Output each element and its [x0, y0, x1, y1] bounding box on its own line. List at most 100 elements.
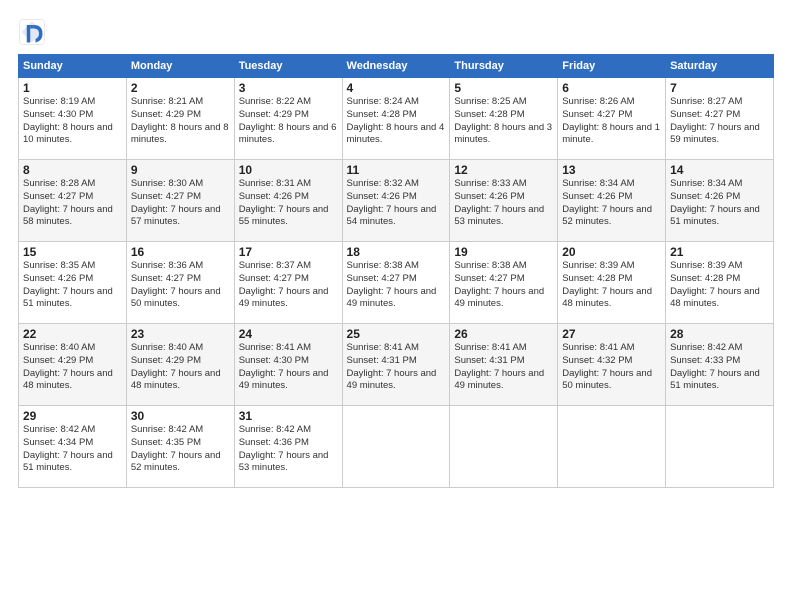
day-info: Sunrise: 8:40 AM Sunset: 4:29 PM Dayligh…	[23, 342, 122, 393]
day-number: 28	[670, 327, 769, 341]
daylight-label: Daylight: 7 hours and 48 minutes.	[670, 286, 760, 310]
daylight-label: Daylight: 8 hours and 8 minutes.	[131, 122, 229, 146]
calendar-day-cell: 27 Sunrise: 8:41 AM Sunset: 4:32 PM Dayl…	[558, 324, 666, 406]
day-info: Sunrise: 8:37 AM Sunset: 4:27 PM Dayligh…	[239, 260, 338, 311]
sunset-label: Sunset: 4:30 PM	[239, 355, 309, 366]
day-info: Sunrise: 8:41 AM Sunset: 4:32 PM Dayligh…	[562, 342, 661, 393]
calendar-day-cell: 26 Sunrise: 8:41 AM Sunset: 4:31 PM Dayl…	[450, 324, 558, 406]
day-info: Sunrise: 8:42 AM Sunset: 4:36 PM Dayligh…	[239, 424, 338, 475]
sunrise-label: Sunrise: 8:32 AM	[347, 178, 419, 189]
sunrise-label: Sunrise: 8:41 AM	[562, 342, 634, 353]
daylight-label: Daylight: 7 hours and 49 minutes.	[239, 368, 329, 392]
calendar-day-cell: 6 Sunrise: 8:26 AM Sunset: 4:27 PM Dayli…	[558, 78, 666, 160]
calendar-week-row: 8 Sunrise: 8:28 AM Sunset: 4:27 PM Dayli…	[19, 160, 774, 242]
sunrise-label: Sunrise: 8:39 AM	[670, 260, 742, 271]
sunset-label: Sunset: 4:28 PM	[347, 109, 417, 120]
day-number: 22	[23, 327, 122, 341]
sunrise-label: Sunrise: 8:41 AM	[454, 342, 526, 353]
day-number: 21	[670, 245, 769, 259]
day-number: 25	[347, 327, 446, 341]
daylight-label: Daylight: 7 hours and 50 minutes.	[562, 368, 652, 392]
daylight-label: Daylight: 8 hours and 1 minute.	[562, 122, 660, 146]
weekday-header: Saturday	[666, 55, 774, 78]
daylight-label: Daylight: 7 hours and 55 minutes.	[239, 204, 329, 228]
sunrise-label: Sunrise: 8:34 AM	[670, 178, 742, 189]
day-info: Sunrise: 8:33 AM Sunset: 4:26 PM Dayligh…	[454, 178, 553, 229]
sunset-label: Sunset: 4:27 PM	[23, 191, 93, 202]
day-number: 1	[23, 81, 122, 95]
day-info: Sunrise: 8:28 AM Sunset: 4:27 PM Dayligh…	[23, 178, 122, 229]
day-number: 3	[239, 81, 338, 95]
sunrise-label: Sunrise: 8:38 AM	[347, 260, 419, 271]
header	[18, 18, 774, 46]
calendar-day-cell: 4 Sunrise: 8:24 AM Sunset: 4:28 PM Dayli…	[342, 78, 450, 160]
sunset-label: Sunset: 4:27 PM	[131, 273, 201, 284]
weekday-header: Monday	[126, 55, 234, 78]
sunrise-label: Sunrise: 8:33 AM	[454, 178, 526, 189]
day-info: Sunrise: 8:19 AM Sunset: 4:30 PM Dayligh…	[23, 96, 122, 147]
calendar-day-cell: 19 Sunrise: 8:38 AM Sunset: 4:27 PM Dayl…	[450, 242, 558, 324]
calendar-day-cell: 29 Sunrise: 8:42 AM Sunset: 4:34 PM Dayl…	[19, 406, 127, 488]
sunrise-label: Sunrise: 8:31 AM	[239, 178, 311, 189]
day-number: 24	[239, 327, 338, 341]
daylight-label: Daylight: 7 hours and 51 minutes.	[670, 204, 760, 228]
day-number: 5	[454, 81, 553, 95]
day-info: Sunrise: 8:41 AM Sunset: 4:31 PM Dayligh…	[347, 342, 446, 393]
day-number: 16	[131, 245, 230, 259]
weekday-header: Sunday	[19, 55, 127, 78]
sunrise-label: Sunrise: 8:39 AM	[562, 260, 634, 271]
day-info: Sunrise: 8:38 AM Sunset: 4:27 PM Dayligh…	[347, 260, 446, 311]
calendar-day-cell	[666, 406, 774, 488]
sunset-label: Sunset: 4:28 PM	[562, 273, 632, 284]
logo-icon	[18, 18, 46, 46]
sunset-label: Sunset: 4:26 PM	[347, 191, 417, 202]
day-info: Sunrise: 8:42 AM Sunset: 4:33 PM Dayligh…	[670, 342, 769, 393]
daylight-label: Daylight: 8 hours and 4 minutes.	[347, 122, 445, 146]
calendar-day-cell: 21 Sunrise: 8:39 AM Sunset: 4:28 PM Dayl…	[666, 242, 774, 324]
day-number: 30	[131, 409, 230, 423]
sunrise-label: Sunrise: 8:40 AM	[23, 342, 95, 353]
calendar-day-cell: 31 Sunrise: 8:42 AM Sunset: 4:36 PM Dayl…	[234, 406, 342, 488]
calendar-day-cell: 2 Sunrise: 8:21 AM Sunset: 4:29 PM Dayli…	[126, 78, 234, 160]
day-info: Sunrise: 8:36 AM Sunset: 4:27 PM Dayligh…	[131, 260, 230, 311]
calendar-day-cell	[558, 406, 666, 488]
calendar-day-cell: 9 Sunrise: 8:30 AM Sunset: 4:27 PM Dayli…	[126, 160, 234, 242]
calendar-day-cell: 15 Sunrise: 8:35 AM Sunset: 4:26 PM Dayl…	[19, 242, 127, 324]
calendar-day-cell: 3 Sunrise: 8:22 AM Sunset: 4:29 PM Dayli…	[234, 78, 342, 160]
sunrise-label: Sunrise: 8:38 AM	[454, 260, 526, 271]
calendar-day-cell: 22 Sunrise: 8:40 AM Sunset: 4:29 PM Dayl…	[19, 324, 127, 406]
daylight-label: Daylight: 8 hours and 10 minutes.	[23, 122, 113, 146]
daylight-label: Daylight: 7 hours and 48 minutes.	[131, 368, 221, 392]
daylight-label: Daylight: 7 hours and 49 minutes.	[347, 286, 437, 310]
sunset-label: Sunset: 4:27 PM	[131, 191, 201, 202]
weekday-header: Wednesday	[342, 55, 450, 78]
day-info: Sunrise: 8:42 AM Sunset: 4:35 PM Dayligh…	[131, 424, 230, 475]
calendar-day-cell: 11 Sunrise: 8:32 AM Sunset: 4:26 PM Dayl…	[342, 160, 450, 242]
day-number: 17	[239, 245, 338, 259]
sunset-label: Sunset: 4:32 PM	[562, 355, 632, 366]
calendar-day-cell: 28 Sunrise: 8:42 AM Sunset: 4:33 PM Dayl…	[666, 324, 774, 406]
day-info: Sunrise: 8:41 AM Sunset: 4:30 PM Dayligh…	[239, 342, 338, 393]
weekday-header: Thursday	[450, 55, 558, 78]
day-info: Sunrise: 8:34 AM Sunset: 4:26 PM Dayligh…	[670, 178, 769, 229]
day-number: 23	[131, 327, 230, 341]
sunset-label: Sunset: 4:26 PM	[670, 191, 740, 202]
daylight-label: Daylight: 7 hours and 51 minutes.	[670, 368, 760, 392]
calendar-day-cell: 23 Sunrise: 8:40 AM Sunset: 4:29 PM Dayl…	[126, 324, 234, 406]
daylight-label: Daylight: 7 hours and 48 minutes.	[562, 286, 652, 310]
sunset-label: Sunset: 4:33 PM	[670, 355, 740, 366]
sunset-label: Sunset: 4:27 PM	[347, 273, 417, 284]
day-info: Sunrise: 8:24 AM Sunset: 4:28 PM Dayligh…	[347, 96, 446, 147]
day-number: 20	[562, 245, 661, 259]
day-info: Sunrise: 8:27 AM Sunset: 4:27 PM Dayligh…	[670, 96, 769, 147]
daylight-label: Daylight: 7 hours and 53 minutes.	[454, 204, 544, 228]
day-number: 14	[670, 163, 769, 177]
daylight-label: Daylight: 7 hours and 50 minutes.	[131, 286, 221, 310]
sunset-label: Sunset: 4:34 PM	[23, 437, 93, 448]
day-number: 13	[562, 163, 661, 177]
day-info: Sunrise: 8:35 AM Sunset: 4:26 PM Dayligh…	[23, 260, 122, 311]
day-number: 15	[23, 245, 122, 259]
day-info: Sunrise: 8:34 AM Sunset: 4:26 PM Dayligh…	[562, 178, 661, 229]
calendar-day-cell: 10 Sunrise: 8:31 AM Sunset: 4:26 PM Dayl…	[234, 160, 342, 242]
day-number: 31	[239, 409, 338, 423]
